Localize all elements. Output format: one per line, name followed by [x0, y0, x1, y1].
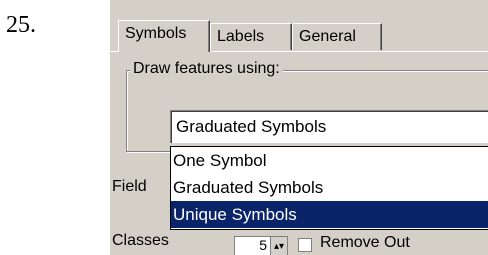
step-number: 25. [6, 12, 36, 38]
classes-label: Classes [112, 232, 169, 249]
field-label: Field [112, 178, 147, 195]
option-one-symbol[interactable]: One Symbol [171, 147, 488, 174]
layer-properties-dialog: Symbols Labels General Draw features usi… [110, 0, 488, 255]
remove-outliers-label: Remove Out [320, 234, 410, 251]
tab-general[interactable]: General [292, 23, 382, 50]
tab-labels[interactable]: Labels [210, 23, 292, 50]
option-graduated-symbols[interactable]: Graduated Symbols [171, 174, 488, 201]
draw-method-dropdown-list: One Symbol Graduated Symbols Unique Symb… [170, 146, 488, 230]
draw-method-select[interactable]: Graduated Symbols [170, 110, 488, 143]
spinner-arrows-icon[interactable]: ▴▾ [270, 237, 287, 255]
classes-value: 5 [259, 237, 267, 253]
tab-symbols[interactable]: Symbols [118, 20, 210, 52]
classes-spinner[interactable]: 5 ▴▾ [234, 236, 288, 255]
option-unique-symbols[interactable]: Unique Symbols [171, 201, 488, 228]
draw-features-label: Draw features using: [130, 60, 283, 78]
remove-outliers-checkbox[interactable] [298, 238, 312, 252]
